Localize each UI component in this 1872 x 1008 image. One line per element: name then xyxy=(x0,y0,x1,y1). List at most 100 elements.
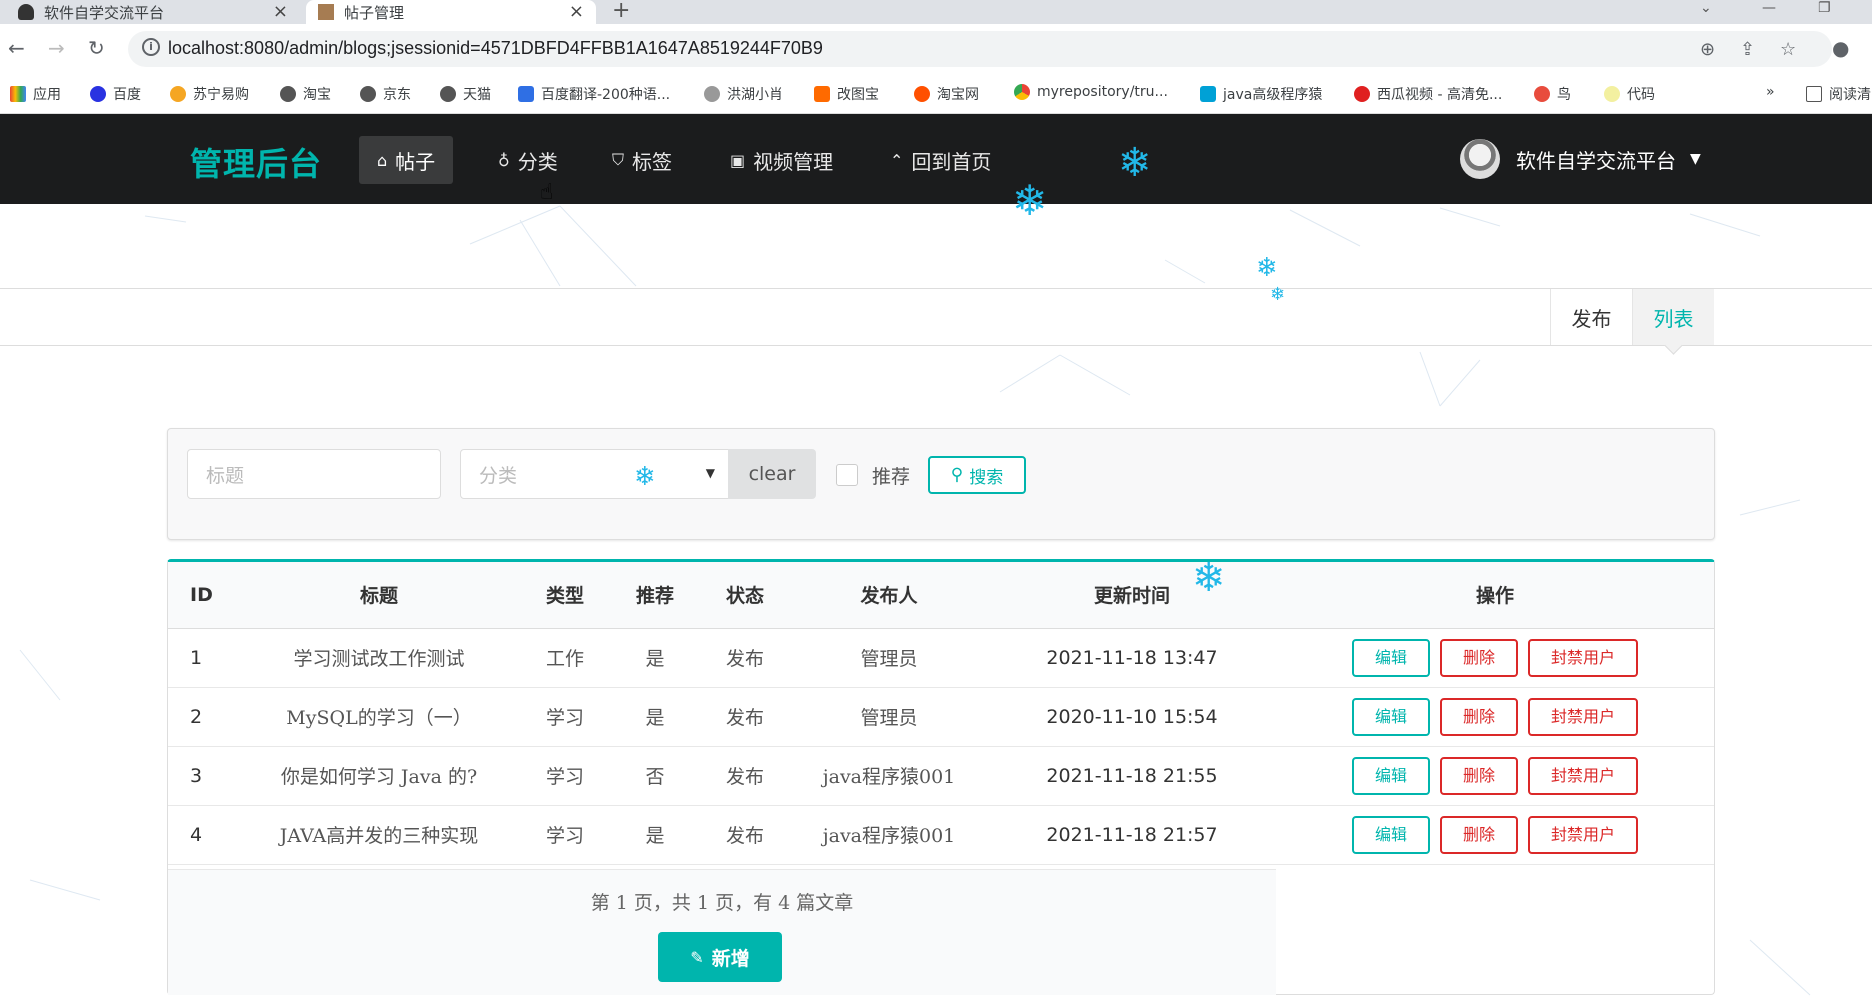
cell-author: 管理员 xyxy=(790,628,988,688)
cell-status: 发布 xyxy=(700,687,790,747)
bookmarks-more-icon[interactable]: » xyxy=(1766,84,1775,100)
minimize-icon[interactable]: — xyxy=(1762,0,1776,16)
bird-icon xyxy=(1534,86,1550,102)
translate-icon xyxy=(518,86,534,102)
close-tab-icon[interactable]: × xyxy=(569,1,584,22)
category-dropdown[interactable]: 分类 ▼ xyxy=(460,449,730,499)
cell-author: java程序猿001 xyxy=(790,805,988,865)
zoom-icon[interactable]: ⊕ xyxy=(1700,39,1715,60)
bookmark-item[interactable]: 西瓜视频 - 高清免... xyxy=(1354,84,1502,104)
bookmark-item[interactable]: 百度 xyxy=(90,84,141,104)
close-tab-icon[interactable]: × xyxy=(273,1,288,22)
tab-publish[interactable]: 发布 xyxy=(1550,289,1632,345)
bookmark-item[interactable]: myrepository/tru... xyxy=(1014,84,1168,100)
user-name: 软件自学交流平台 xyxy=(1516,148,1676,173)
search-form: 标题 分类 ▼ clear 推荐 ⚲ 搜索 xyxy=(167,428,1715,540)
ban-user-button[interactable]: 封禁用户 xyxy=(1528,697,1638,736)
cell-status: 发布 xyxy=(700,805,790,865)
ban-user-button[interactable]: 封禁用户 xyxy=(1528,638,1638,677)
bookmark-item[interactable]: 洪湖小肖 xyxy=(704,84,783,104)
site-favicon-icon xyxy=(18,4,34,20)
cell-updated: 2021-11-18 13:47 xyxy=(988,628,1276,688)
col-header: ID xyxy=(168,562,238,629)
recommend-checkbox[interactable] xyxy=(836,464,858,486)
bookmark-item[interactable]: 天猫 xyxy=(440,84,491,104)
bilibili-icon xyxy=(1200,86,1216,102)
ban-user-button[interactable]: 封禁用户 xyxy=(1528,756,1638,795)
delete-button[interactable]: 删除 xyxy=(1440,638,1518,677)
home-icon: ⌂ xyxy=(377,150,388,170)
delete-button[interactable]: 删除 xyxy=(1440,697,1518,736)
new-tab-icon[interactable]: + xyxy=(612,0,630,23)
url-text: localhost:8080/admin/blogs;jsessionid=45… xyxy=(168,38,823,58)
add-post-button[interactable]: ✎ 新增 xyxy=(658,932,782,982)
bookmark-item[interactable]: 鸟 xyxy=(1534,84,1571,104)
tab-search-icon[interactable]: ⌄ xyxy=(1700,0,1712,16)
forward-icon[interactable]: → xyxy=(48,36,65,60)
taobao-icon xyxy=(914,86,930,102)
image-icon: ▣ xyxy=(730,150,746,170)
tab-list[interactable]: 列表 xyxy=(1632,289,1714,345)
reload-icon[interactable]: ↻ xyxy=(88,36,105,60)
dropdown-caret-icon: ▼ xyxy=(705,466,715,480)
delete-button[interactable]: 删除 xyxy=(1440,756,1518,795)
clear-button[interactable]: clear xyxy=(728,449,816,499)
edit-button[interactable]: 编辑 xyxy=(1352,638,1430,677)
bookmark-item[interactable]: 淘宝 xyxy=(280,84,331,104)
bookmark-star-icon[interactable]: ☆ xyxy=(1780,39,1796,60)
col-header: 操作 xyxy=(1276,562,1714,629)
edit-button[interactable]: 编辑 xyxy=(1352,815,1430,854)
bookmark-item[interactable]: 京东 xyxy=(360,84,411,104)
nav-tags[interactable]: ⛉ 标签 xyxy=(594,136,690,184)
cell-updated: 2021-11-18 21:55 xyxy=(988,746,1276,806)
nav-home[interactable]: ⌃ 回到首页 xyxy=(872,136,1009,184)
restore-icon[interactable]: ❐ xyxy=(1818,0,1831,16)
nav-videos[interactable]: ▣ 视频管理 xyxy=(712,136,851,184)
edit-button[interactable]: 编辑 xyxy=(1352,697,1430,736)
delete-button[interactable]: 删除 xyxy=(1440,815,1518,854)
title-input[interactable]: 标题 xyxy=(187,449,441,499)
pagination-info: 第 1 页，共 1 页，有 4 篇文章 xyxy=(590,892,854,914)
edit-button[interactable]: 编辑 xyxy=(1352,756,1430,795)
baidu-icon xyxy=(90,86,106,102)
site-info-icon[interactable]: i xyxy=(142,38,160,56)
browser-tab-active[interactable]: 帖子管理 × xyxy=(306,0,596,24)
nav-categories[interactable]: ♁ 分类 xyxy=(480,136,576,184)
user-dropdown[interactable]: 软件自学交流平台 ▼ xyxy=(1460,136,1701,182)
xigua-icon xyxy=(1354,86,1370,102)
cell-title: 学习测试改工作测试 xyxy=(238,628,520,688)
cell-type: 学习 xyxy=(520,746,610,806)
cell-recommend: 否 xyxy=(610,746,700,806)
bookmark-item[interactable]: 百度翻译-200种语... xyxy=(518,84,670,104)
col-header: 发布人 xyxy=(790,562,988,629)
globe-icon xyxy=(360,86,376,102)
cell-author: java程序猿001 xyxy=(790,746,988,806)
cell-actions: 编辑 删除 封禁用户 xyxy=(1276,687,1714,747)
reading-list[interactable]: 阅读清 xyxy=(1806,84,1871,104)
snowflake-icon: ❄ xyxy=(1192,555,1226,601)
sub-menu: 发布 列表 xyxy=(0,288,1872,346)
brand-title: 管理后台 xyxy=(190,145,323,183)
bookmark-apps[interactable]: 应用 xyxy=(10,84,61,104)
nav-posts[interactable]: ⌂ 帖子 xyxy=(359,136,454,184)
search-button[interactable]: ⚲ 搜索 xyxy=(928,456,1026,494)
cell-id: 1 xyxy=(168,628,238,688)
url-field[interactable]: i localhost:8080/admin/blogs;jsessionid=… xyxy=(128,31,1832,67)
bookmark-item[interactable]: 代码 xyxy=(1604,84,1655,104)
ban-user-button[interactable]: 封禁用户 xyxy=(1528,815,1638,854)
back-icon[interactable]: ← xyxy=(8,36,25,60)
bookmark-favicon-icon xyxy=(704,86,720,102)
bookmark-item[interactable]: 改图宝 xyxy=(814,84,879,104)
cell-status: 发布 xyxy=(700,746,790,806)
profile-icon[interactable]: ● xyxy=(1832,36,1849,60)
bookmark-item[interactable]: java高级程序猿 xyxy=(1200,84,1322,104)
browser-tab[interactable]: 软件自学交流平台 × xyxy=(0,0,300,24)
bookmark-item[interactable]: 苏宁易购 xyxy=(170,84,249,104)
cell-recommend: 是 xyxy=(610,628,700,688)
cell-id: 4 xyxy=(168,805,238,865)
snowflake-icon: ❄ xyxy=(1270,284,1286,305)
cell-title: 你是如何学习 Java 的? xyxy=(238,746,520,806)
col-header: 类型 xyxy=(520,562,610,629)
bookmark-item[interactable]: 淘宝网 xyxy=(914,84,979,104)
share-icon[interactable]: ⇪ xyxy=(1740,39,1755,60)
